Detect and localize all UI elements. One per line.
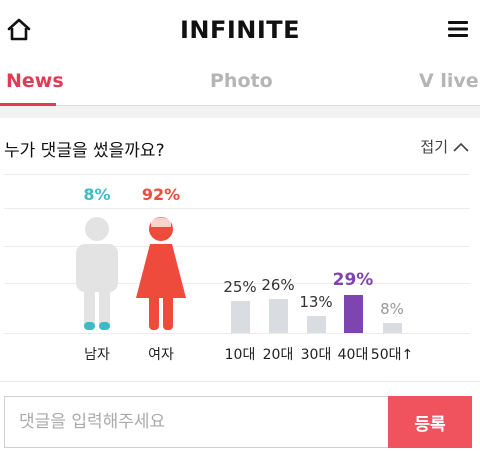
tab-news[interactable]: News: [6, 70, 64, 92]
female-percent: 92%: [141, 185, 181, 204]
gridline: [4, 174, 470, 175]
age-category-label: 50대↑: [370, 347, 414, 363]
male-figure-icon: [76, 217, 118, 330]
age-bar-value: 8%: [380, 299, 404, 318]
age-bar: [306, 316, 326, 333]
gridline: [4, 208, 470, 209]
collapse-label: 접기: [420, 138, 448, 156]
comment-form: 등록: [0, 382, 480, 451]
age-bar: [268, 299, 288, 333]
tab-bar: News Photo V live: [0, 58, 480, 106]
submit-comment-button[interactable]: 등록: [388, 396, 472, 448]
age-bar-value: 29%: [332, 270, 374, 291]
male-percent: 8%: [83, 185, 111, 204]
comment-stats-question: 누가 댓글을 썼을까요?: [4, 141, 165, 161]
age-bar-value: 13%: [299, 293, 333, 312]
collapse-toggle[interactable]: 접기: [420, 136, 470, 157]
comment-stats-panel: 8% 92% 남자 여자 25% 10대 26% 20대 13% 30대 29% 40대 8% 5…: [0, 118, 480, 382]
tab-vlive[interactable]: V live: [419, 70, 479, 92]
female-figure-icon: [136, 217, 186, 330]
chevron-up-icon: [453, 142, 469, 152]
page-title: INFINITE: [179, 16, 301, 44]
comment-input[interactable]: [4, 396, 388, 448]
app-header: INFINITE: [0, 0, 480, 58]
gender-label-female: 여자: [148, 347, 174, 363]
age-bar: [230, 300, 250, 333]
section-divider: [0, 106, 480, 118]
age-bar: [382, 322, 402, 333]
menu-button[interactable]: [446, 19, 470, 39]
age-bar-value: 26%: [261, 276, 295, 295]
age-bar: [343, 295, 363, 333]
gender-label-male: 남자: [84, 347, 110, 363]
tab-photo[interactable]: Photo: [210, 70, 273, 92]
hamburger-menu-icon: [448, 21, 468, 37]
